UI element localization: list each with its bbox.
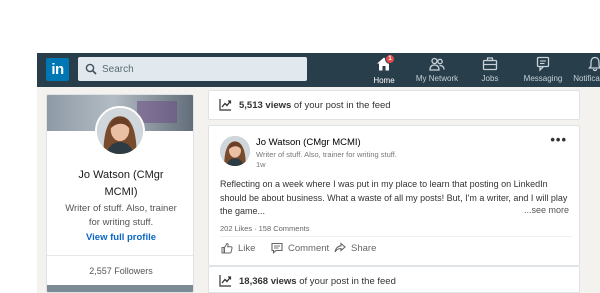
views-count: 18,368 views [239,276,297,287]
search-box[interactable] [78,57,307,81]
like-label: Like [238,242,256,254]
views-text: 5,513 views of your post in the feed [239,100,391,111]
share-button[interactable]: Share [334,242,376,254]
nav-jobs-label: Jobs [481,74,499,83]
post-more-options-button[interactable]: ••• [550,132,567,147]
comment-label: Comment [288,242,330,254]
feed-post: Jo Watson (CMgr MCMI) Writer of stuff. A… [208,125,580,266]
nav-notifications-label: Notifications [573,74,600,83]
nav-my-network[interactable]: My Network [413,56,461,86]
profile-headline: Writer of stuff. Also, trainer for writi… [65,203,177,228]
like-button[interactable]: Like [221,242,255,254]
actions-divider [220,236,572,237]
see-more-link[interactable]: ...see more [521,205,569,215]
post-views-card[interactable]: 5,513 views of your post in the feed [208,90,580,120]
profile-avatar[interactable] [95,106,145,156]
author-photo [220,136,250,166]
social-counts-separator: · [254,224,257,233]
network-icon [429,57,445,71]
cover-accent [137,101,177,123]
profile-divider [47,255,193,256]
bell-icon [588,56,600,72]
post-views-card[interactable]: 18,368 views of your post in the feed [208,266,580,293]
profile-name: Jo Watson (CMgr MCMI) [78,169,164,198]
trend-chart-icon [219,99,232,111]
thumbs-up-icon [221,242,233,254]
post-author-headline: Writer of stuff. Also, trainer for writi… [256,150,397,159]
comment-button[interactable]: Comment [271,242,329,254]
share-label: Share [351,242,377,254]
profile-card: Jo Watson (CMgr MCMI) Writer of stuff. A… [46,94,194,293]
views-suffix: of your post in the feed [291,100,391,111]
post-timestamp: 1w [256,160,266,169]
post-author-avatar[interactable] [220,136,250,166]
nav-home-label: Home [373,76,395,85]
social-counts[interactable]: 202 Likes · 158 Comments [220,224,309,233]
search-icon [85,63,97,75]
post-text: Reflecting on a week where I was put in … [220,179,568,216]
nav-home[interactable]: 1 Home [369,54,399,89]
trend-chart-icon [219,275,232,287]
followers-count[interactable]: 2,557 Followers [47,266,193,276]
post-author-name[interactable]: Jo Watson (CMgr MCMI) [256,137,361,148]
views-suffix: of your post in the feed [296,276,396,287]
share-arrow-icon [334,242,346,253]
nav-messaging[interactable]: Messaging [523,56,563,86]
linkedin-logo[interactable]: in [46,58,69,81]
notification-badge: 1 [385,54,395,64]
avatar-photo [97,108,143,154]
profile-card-footer [47,285,193,292]
nav-messaging-label: Messaging [523,74,563,83]
nav-jobs[interactable]: Jobs [477,56,503,86]
likes-count[interactable]: 202 Likes [220,224,252,233]
nav-my-network-label: My Network [415,74,459,83]
briefcase-icon [482,57,498,71]
search-input[interactable] [102,57,302,81]
views-count: 5,513 views [239,100,292,111]
comments-count[interactable]: 158 Comments [259,224,310,233]
nav-notifications[interactable]: Notifications [573,56,600,86]
top-navbar: in 1 Home My Network Jobs [37,53,600,89]
view-full-profile-link[interactable]: View full profile [47,232,193,243]
page-body: Jo Watson (CMgr MCMI) Writer of stuff. A… [37,87,600,293]
comment-icon [271,242,283,254]
views-text: 18,368 views of your post in the feed [239,276,396,287]
messaging-icon [536,56,550,72]
